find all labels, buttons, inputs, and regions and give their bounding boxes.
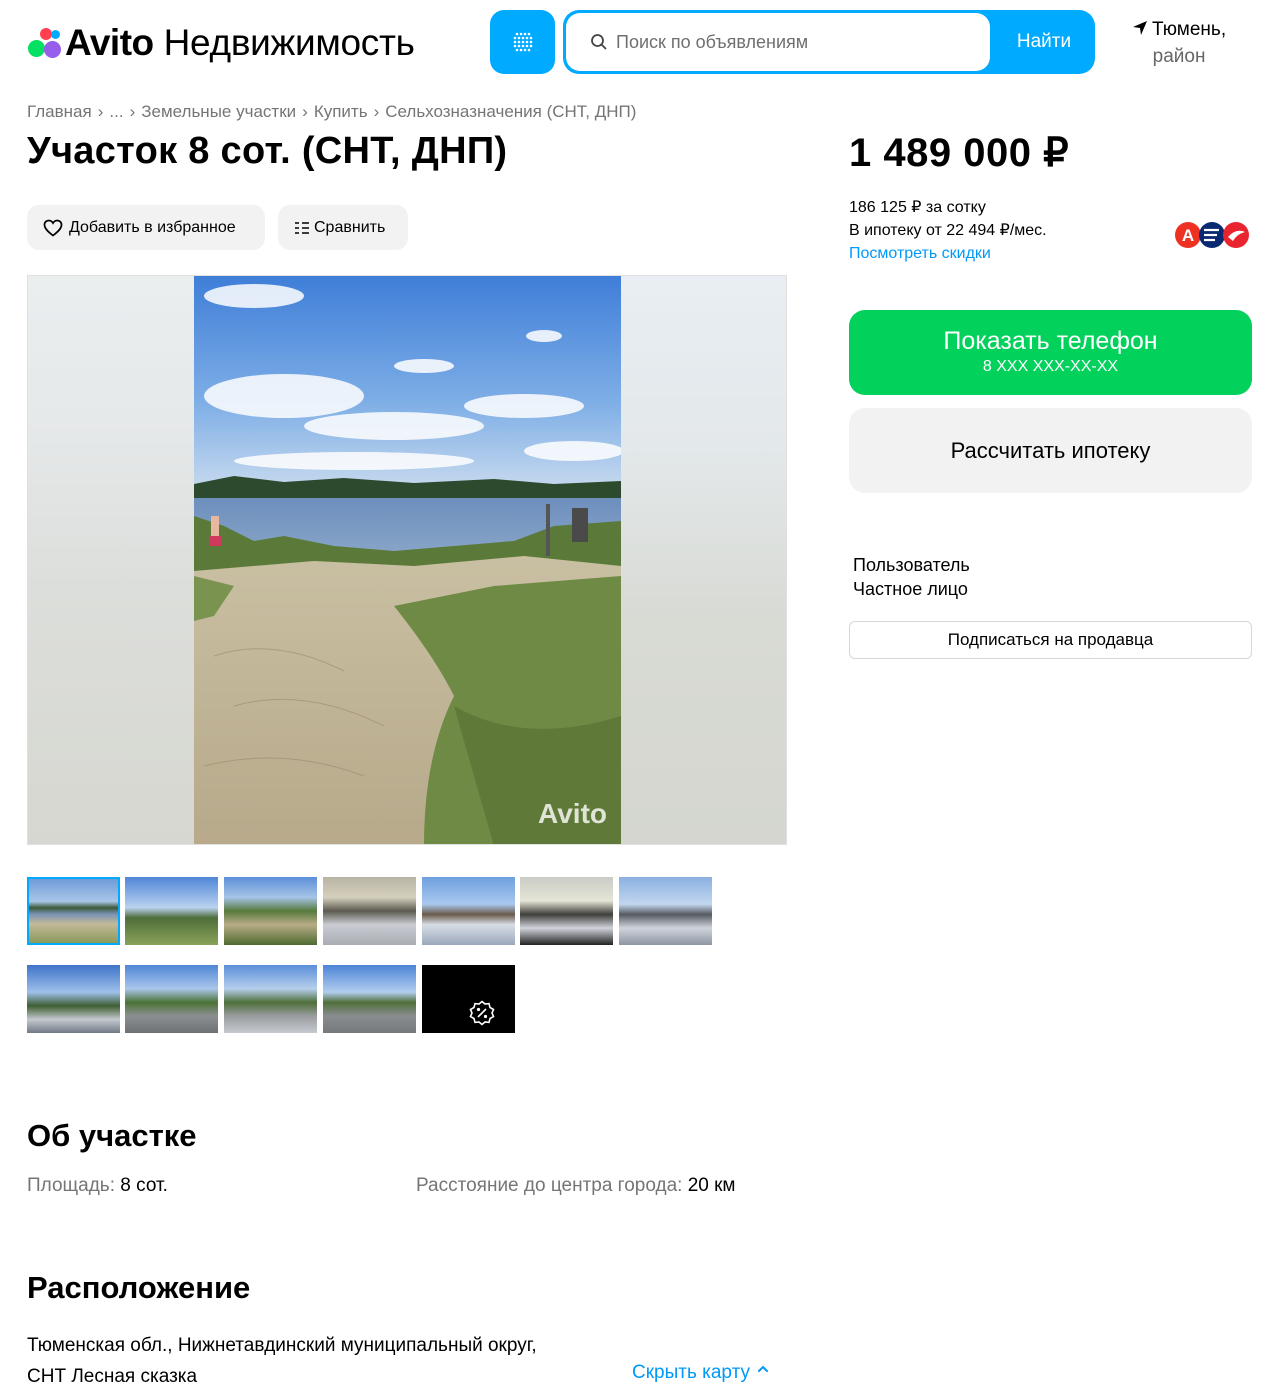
thumbnail[interactable] [520,877,613,945]
hide-map-link[interactable]: Скрыть карту [632,1362,769,1384]
param-area: Площадь: 8 сот. [27,1175,168,1197]
search-field[interactable] [566,13,990,71]
thumbnail[interactable] [619,877,712,945]
thumbnail[interactable] [422,877,515,945]
thumbnail[interactable] [224,877,317,945]
thumbnail[interactable] [27,965,120,1033]
main-photo[interactable]: Avito [27,275,787,845]
about-heading: Об участке [27,1118,197,1153]
search-button[interactable]: Найти [993,10,1095,74]
svg-text:А: А [1182,226,1194,245]
price-details: 186 125 ₽ за сотку В ипотеку от 22 494 ₽… [849,196,1047,265]
categories-button[interactable] [490,10,555,74]
heart-icon [43,219,63,237]
location-heading: Расположение [27,1270,251,1305]
page-title: Участок 8 сот. (СНТ, ДНП) [27,130,508,172]
discounts-link[interactable]: Посмотреть скидки [849,245,991,262]
hide-map-label: Скрыть карту [632,1362,750,1383]
seller-type: Частное лицо [853,579,968,599]
logo-section: Недвижимость [163,22,415,63]
compare-button[interactable]: Сравнить [278,205,408,250]
compare-icon [295,221,309,234]
chevron-up-icon [758,1365,769,1372]
region-city: Тюмень, [1152,19,1227,40]
subscribe-seller-button[interactable]: Подписаться на продавца [849,621,1252,659]
photo-blur-right [620,276,786,844]
location-arrow-icon [1133,21,1147,35]
thumbnail[interactable] [125,965,218,1033]
avito-watermark: Avito [538,798,607,829]
region-selector[interactable]: Тюмень, район [1132,16,1226,70]
param-distance-label: Расстояние до центра города: [416,1175,683,1196]
add-favorite-button[interactable]: Добавить в избранное [27,205,265,250]
grid-dots-icon [513,32,532,52]
address: Тюменская обл., Нижнетавдинский муниципа… [27,1330,537,1392]
price: 1 489 000 ₽ [849,131,1070,175]
thumbnail[interactable] [27,877,120,945]
compare-label: Сравнить [314,218,386,236]
avito-logo-icon [27,25,63,61]
breadcrumb-land[interactable]: Земельные участки [141,102,296,121]
lake-photo: Avito [194,276,621,844]
seller-name[interactable]: Пользователь [853,553,970,577]
breadcrumb-agricultural[interactable]: Сельхозназначения (СНТ, ДНП) [385,102,636,121]
phone-masked: 8 XXX XXX-XX-XX [982,358,1119,375]
param-distance-value: 20 км [687,1175,736,1196]
discount-badge-icon [469,1000,495,1026]
address-line-2: СНТ Лесная сказка [27,1366,198,1387]
seller-info: Пользователь Частное лицо [853,553,970,601]
show-phone-button[interactable]: Показать телефон 8 XXX XXX-XX-XX [849,310,1252,395]
param-area-value: 8 сот. [120,1175,168,1196]
param-distance: Расстояние до центра города: 20 км [416,1175,736,1197]
thumbnail[interactable] [323,877,416,945]
thumbnail[interactable] [323,965,416,1033]
add-favorite-label: Добавить в избранное [69,218,236,236]
search-icon [591,34,607,50]
breadcrumb-buy[interactable]: Купить [314,102,368,121]
avito-logo[interactable]: Avito Недвижимость [27,22,415,64]
price-per-sotka: 186 125 ₽ за сотку [849,199,986,216]
photo-blur-left [28,276,194,844]
thumbnail-promo[interactable] [422,965,515,1033]
region-area: район [1152,46,1206,67]
show-phone-label: Показать телефон [943,327,1158,355]
search-input[interactable] [616,31,976,53]
breadcrumb-ellipsis[interactable]: ... [109,102,123,121]
search-bar: Найти [563,10,1095,74]
calculate-mortgage-button[interactable]: Рассчитать ипотеку [849,408,1252,493]
mortgage-from: В ипотеку от 22 494 ₽/мес. [849,222,1047,239]
param-area-label: Площадь: [27,1175,115,1196]
breadcrumb-home[interactable]: Главная [27,102,92,121]
thumbnail[interactable] [224,965,317,1033]
breadcrumb: Главная ›... › Земельные участки › Купить › Сел… [27,102,637,121]
address-line-1: Тюменская обл., Нижнетавдинский муниципа… [27,1335,537,1356]
logo-brand: Avito [65,22,154,63]
bank-logos: А [1173,220,1253,250]
thumbnail[interactable] [125,877,218,945]
